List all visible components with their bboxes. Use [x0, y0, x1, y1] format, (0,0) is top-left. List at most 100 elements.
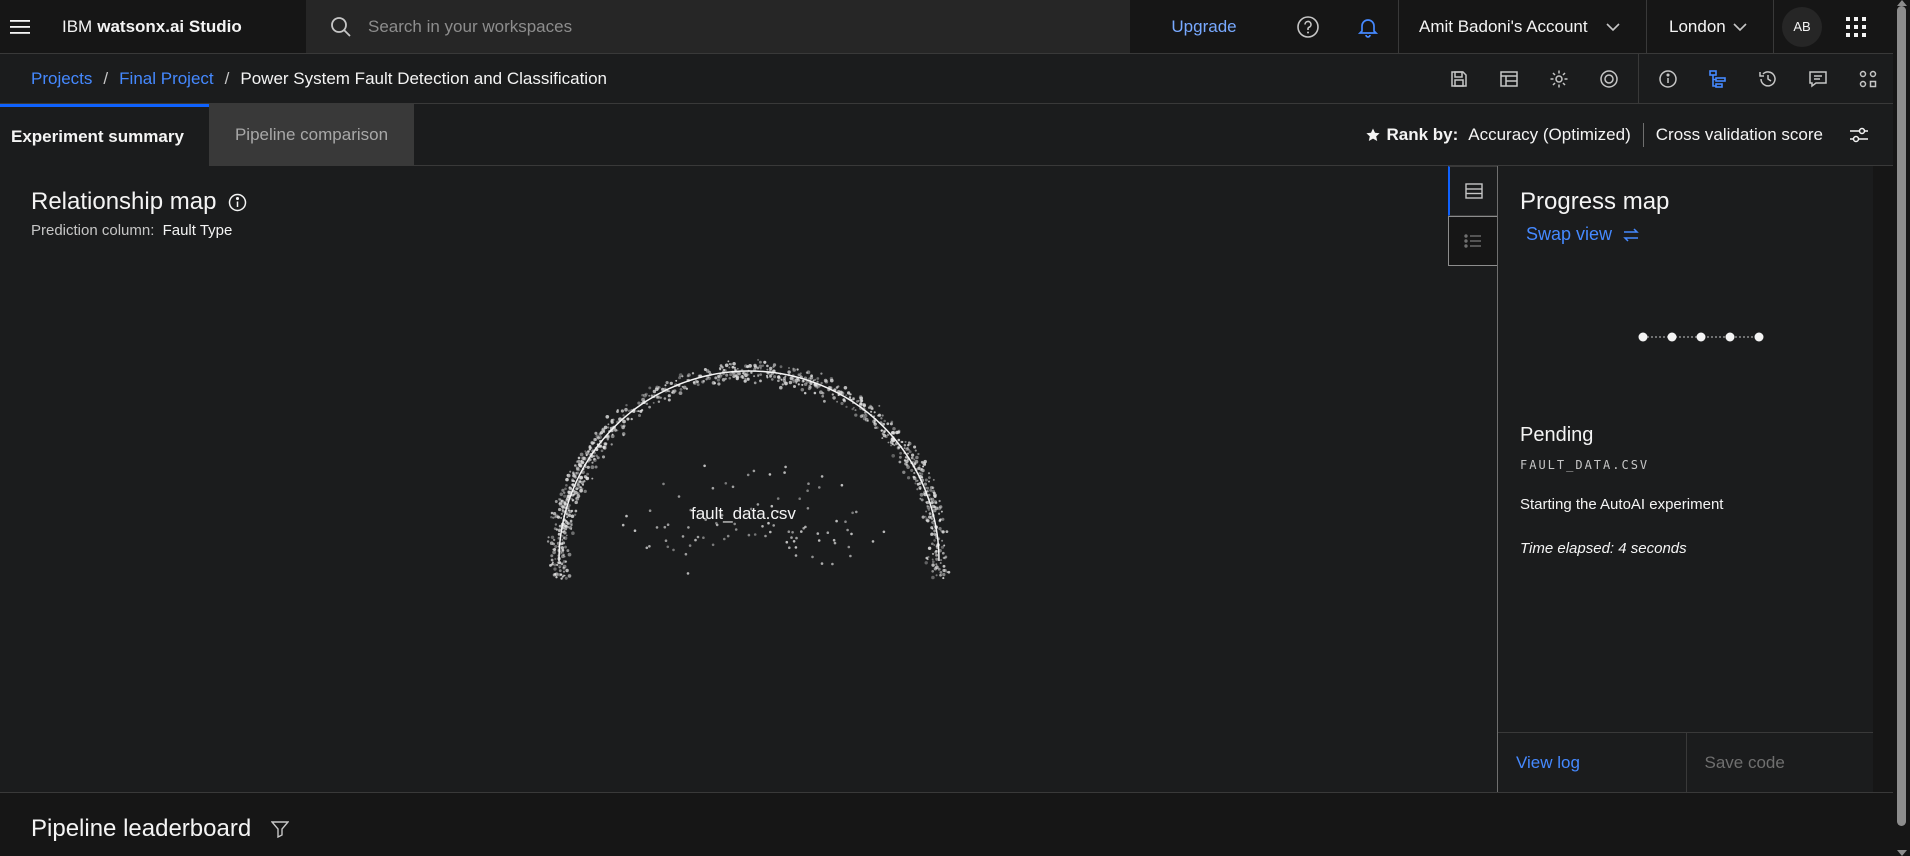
breadcrumb-projects[interactable]: Projects	[31, 69, 92, 89]
rank-score-type[interactable]: Cross validation score	[1656, 125, 1823, 145]
relationship-map-dot	[935, 557, 939, 561]
relationship-map-dot	[557, 507, 562, 512]
breadcrumb-final-project[interactable]: Final Project	[119, 69, 213, 89]
relationship-map-dot	[686, 572, 690, 575]
relationship-map-dot	[831, 562, 834, 566]
relationship-map-dot	[568, 486, 571, 489]
relationship-map-dot	[554, 523, 558, 526]
relationship-map-dot	[716, 378, 721, 382]
relationship-map-dot	[832, 538, 836, 542]
relationship-map-dot	[737, 371, 741, 376]
relationship-map-dot	[769, 373, 773, 377]
relationship-map-dot	[622, 414, 625, 417]
relationship-map-dot	[550, 558, 554, 562]
region-selector[interactable]: London	[1646, 0, 1774, 53]
relationship-map-dot	[575, 466, 580, 470]
relationship-map-dot	[810, 374, 813, 378]
relationship-map-dot	[924, 515, 927, 518]
relationship-map-dot	[935, 563, 938, 566]
relationship-map-dot	[917, 452, 920, 456]
relationship-map-dot	[941, 517, 945, 521]
deploy-icon[interactable]	[1584, 54, 1634, 104]
relationship-map-dot	[847, 391, 851, 395]
relationship-map-dot	[682, 385, 687, 390]
relationship-map-dot	[593, 437, 597, 442]
relationship-map-dot	[599, 431, 604, 435]
relationship-map-dot	[616, 429, 619, 432]
upgrade-button[interactable]: Upgrade	[1130, 0, 1278, 53]
relationship-map-dot	[906, 476, 911, 480]
relationship-map-dot	[567, 552, 572, 557]
relationship-map-dot	[922, 461, 927, 466]
page-scrollbar[interactable]	[1893, 0, 1910, 856]
relationship-map-dot	[668, 390, 671, 393]
progress-step-node	[1638, 332, 1648, 342]
menu-icon[interactable]	[0, 0, 40, 53]
history-icon[interactable]	[1743, 54, 1793, 104]
search-input[interactable]: Search in your workspaces	[306, 0, 1130, 53]
scroll-down-arrow[interactable]	[1897, 850, 1907, 856]
relationship-map-dot	[637, 410, 640, 413]
tab-pipeline-comparison[interactable]: Pipeline comparison	[209, 104, 414, 166]
brand-logo[interactable]: IBM watsonx.ai Studio	[40, 0, 306, 53]
filter-icon[interactable]	[271, 820, 290, 838]
help-icon[interactable]	[1278, 0, 1338, 53]
relationship-map-dot	[899, 451, 902, 455]
relationship-map-dot	[806, 489, 809, 493]
relationship-map-dot	[829, 378, 834, 383]
relationship-map-dot	[939, 573, 942, 577]
relationship-map-dot	[577, 456, 581, 460]
relationship-map-dot	[941, 539, 944, 542]
tab-experiment-summary[interactable]: Experiment summary	[0, 104, 209, 166]
sliders-icon[interactable]	[1849, 126, 1869, 144]
list-view-icon[interactable]	[1448, 216, 1498, 266]
view-log-button[interactable]: View log	[1498, 733, 1686, 792]
relationship-map-dot	[713, 382, 716, 385]
relationship-map-dot	[550, 511, 554, 515]
relationship-map-dot	[822, 399, 826, 403]
rank-metric[interactable]: Accuracy (Optimized)	[1468, 125, 1630, 145]
settings-icon[interactable]	[1534, 54, 1584, 104]
relationship-map-dot	[686, 374, 690, 378]
progress-step-node	[1725, 332, 1735, 342]
account-switcher[interactable]: Amit Badoni's Account	[1398, 0, 1646, 53]
relationship-map-dot	[566, 549, 570, 553]
relationship-map-dot	[547, 536, 550, 539]
relationship-map-dot	[844, 520, 847, 523]
scrollbar-thumb[interactable]	[1897, 6, 1906, 826]
relationship-map-dot	[584, 466, 587, 469]
relationship-map-dot	[551, 561, 554, 564]
app-switcher-icon[interactable]	[1830, 0, 1882, 53]
flow-icon[interactable]	[1693, 54, 1743, 104]
relationship-map-dot	[721, 378, 726, 382]
notification-bell-icon[interactable]	[1338, 0, 1398, 53]
relationship-map-dot	[820, 381, 823, 385]
relationship-map-dot	[801, 383, 804, 386]
data-table-icon[interactable]	[1484, 54, 1534, 104]
avatar[interactable]: AB	[1782, 6, 1822, 47]
relationship-map-dot	[743, 379, 747, 383]
swap-view-link[interactable]: Swap view	[1526, 224, 1640, 245]
relationship-map-dot	[816, 377, 820, 380]
progress-step-node	[1696, 332, 1706, 342]
info-icon[interactable]	[1643, 54, 1693, 104]
relationship-map-dot	[940, 529, 943, 532]
relationship-map-dot	[582, 456, 587, 461]
relationship-map-dot	[711, 543, 715, 547]
relationship-map-dot	[752, 469, 756, 473]
relationship-map-dot	[881, 414, 884, 417]
relationship-map-dot	[729, 372, 733, 377]
chat-icon[interactable]	[1793, 54, 1843, 104]
relationship-map-dot	[637, 401, 641, 405]
apps-icon[interactable]	[1843, 54, 1893, 104]
relationship-map-dot	[780, 378, 783, 381]
relationship-map-dot	[621, 523, 625, 527]
relationship-map-dot	[561, 554, 565, 559]
info-icon[interactable]	[228, 193, 247, 212]
relationship-map-dot	[800, 530, 803, 533]
relationship-map-dot	[935, 545, 938, 548]
save-icon[interactable]	[1434, 54, 1484, 104]
relationship-map-arc	[558, 370, 940, 562]
progress-map-footer: View log Save code	[1498, 732, 1874, 792]
map-view-icon[interactable]	[1448, 166, 1498, 216]
